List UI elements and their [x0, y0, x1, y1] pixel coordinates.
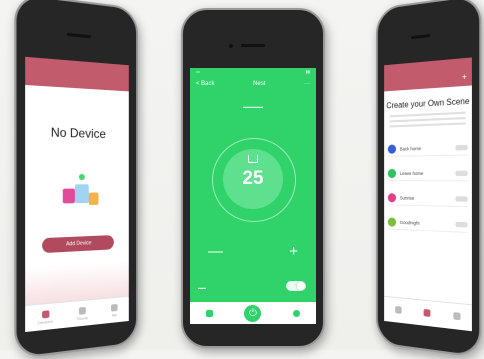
phone-center: ••• ▮▮ < Back Nest ··· ▬▬▬▬▬ 25 — + ▬▬ ⏻	[181, 8, 325, 348]
phone-right: + Create your Own Scene Back home Leave …	[376, 0, 482, 359]
increase-button[interactable]: +	[289, 243, 298, 260]
right-tabbar	[384, 295, 472, 332]
tab-me[interactable]	[452, 311, 461, 321]
right-header: +	[384, 57, 472, 92]
tab-me[interactable]: Me	[111, 303, 118, 317]
grid-icon	[41, 309, 49, 318]
status-bar: ••• ▮▮	[196, 69, 310, 74]
grid-icon	[394, 305, 402, 314]
speaker	[411, 33, 431, 40]
setting-label: ▬▬	[198, 285, 206, 290]
tab-scene[interactable]: Scene	[77, 306, 88, 321]
center-screen: ••• ▮▮ < Back Nest ··· ▬▬▬▬▬ 25 — + ▬▬ ⏻	[190, 68, 316, 324]
scene-edit[interactable]	[455, 221, 468, 228]
speaker	[241, 44, 265, 47]
person-icon	[111, 303, 118, 312]
center-tabbar: ⏻	[190, 302, 316, 324]
nav-title: Nest	[253, 81, 266, 87]
scene-icon	[387, 216, 397, 227]
subtitle: ▬▬▬▬▬	[243, 104, 263, 109]
scene-icon	[387, 168, 397, 178]
add-device-button[interactable]: Add Device	[42, 235, 114, 254]
scene-item[interactable]: Sunrise	[387, 190, 468, 208]
scene-icon	[387, 143, 397, 154]
left-screen: No Device Add Device Devices Scene Me	[25, 56, 129, 333]
house-icon	[78, 306, 86, 315]
mode-toggle[interactable]	[286, 281, 306, 291]
house-icon	[423, 308, 430, 317]
tab-devices[interactable]: Devices	[38, 309, 53, 325]
power-button[interactable]: ⏻	[244, 304, 262, 322]
phone-left: No Device Add Device Devices Scene Me	[14, 0, 139, 359]
scene-item[interactable]: Leave home	[387, 165, 468, 182]
grid-icon[interactable]	[205, 309, 213, 317]
scene-edit[interactable]	[455, 144, 468, 150]
scene-edit[interactable]	[455, 170, 468, 176]
devices-illustration	[57, 173, 107, 227]
camera	[229, 44, 233, 48]
temperature-value: 25	[242, 168, 264, 189]
back-button[interactable]: < Back	[196, 81, 215, 87]
center-nav: < Back Nest ···	[190, 77, 316, 91]
scene-item[interactable]: Goodnight	[387, 214, 468, 233]
right-screen: + Create your Own Scene Back home Leave …	[384, 57, 472, 332]
more-icon[interactable]: ···	[304, 81, 310, 87]
speaker	[66, 32, 91, 39]
add-icon[interactable]: +	[462, 72, 467, 82]
scene-description	[389, 111, 466, 130]
settings-icon[interactable]	[293, 309, 301, 317]
no-device-title: No Device	[50, 124, 106, 142]
decrease-button[interactable]: —	[208, 243, 223, 260]
scene-title: Create your Own Scene	[386, 96, 470, 111]
scene-edit[interactable]	[455, 195, 468, 202]
tab-devices[interactable]	[394, 305, 402, 315]
tab-scene[interactable]	[423, 308, 430, 318]
person-icon	[452, 311, 461, 321]
scene-icon	[387, 192, 397, 202]
home-icon	[248, 155, 258, 163]
scene-item[interactable]: Back home	[387, 139, 468, 157]
left-header	[25, 56, 129, 92]
